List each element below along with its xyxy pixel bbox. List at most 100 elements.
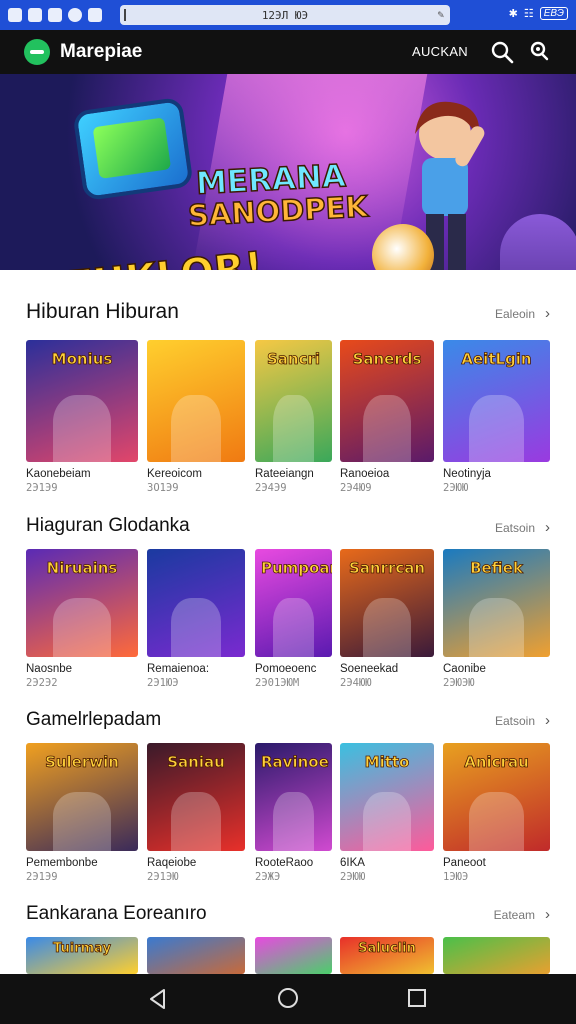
game-card[interactable]: Sanrrcan Soeneekad 2Э4ЮЮ xyxy=(340,549,434,689)
notification-icon xyxy=(88,8,102,22)
see-all-link[interactable]: Eateam › xyxy=(494,906,550,923)
game-card[interactable]: Saniau Raqeiobe 2Э1ЭЮ xyxy=(147,743,245,883)
section-title: Gamelrlepadam xyxy=(26,709,162,730)
game-card[interactable]: Kereoicom 3O1Э9 xyxy=(147,340,245,494)
hero-banner[interactable]: MERANA SANODPEK ZUKLOR! xyxy=(0,74,576,270)
game-card[interactable]: Anicrau Paneoot 1ЭЮЭ xyxy=(443,743,550,883)
game-card[interactable]: Monius Kaonebeiam 2Э1Э9 xyxy=(26,340,138,494)
game-title: Ranoeioa xyxy=(340,468,390,480)
thumbnail-art-text: Befiek xyxy=(470,559,524,578)
see-all-link[interactable]: Eatsoin › xyxy=(495,712,550,729)
system-indicators: ✱ ☷ ЕВЭ xyxy=(509,7,568,20)
see-all-label: Eateam xyxy=(493,907,535,922)
game-thumbnail: Tuirmay xyxy=(26,937,138,974)
game-console-illustration xyxy=(72,96,194,202)
game-card[interactable]: Befiek Caonibe 2ЭЮЭЮ xyxy=(443,549,550,689)
game-meta: 1ЭЮЭ xyxy=(443,871,469,883)
app-bar: Marepiae AUCKAN xyxy=(0,30,576,74)
thumbnail-art-text: Tuirmay xyxy=(53,941,112,957)
game-card[interactable] xyxy=(147,937,245,974)
game-thumbnail: Mitto xyxy=(340,743,434,851)
brand-name[interactable]: Marepiae xyxy=(60,41,142,63)
thumbnail-art-text: Niruains xyxy=(46,559,118,578)
chevron-right-icon: › xyxy=(545,305,550,322)
thumbnail-art-text: Saniau xyxy=(167,753,225,772)
game-meta: 2Э4Э9 xyxy=(255,482,287,494)
brand-logo-icon[interactable] xyxy=(24,39,50,65)
thumbnail-art-text: Pumpoan xyxy=(261,559,332,578)
game-thumbnail: Pumpoan xyxy=(255,549,332,657)
thumbnail-art-text: Sanrrcan xyxy=(348,559,426,578)
see-all-link[interactable]: Ealeoin › xyxy=(495,305,550,322)
game-card[interactable] xyxy=(443,937,550,974)
thumbnail-art-text: Anicrau xyxy=(464,753,529,772)
game-thumbnail: Befiek xyxy=(443,549,550,657)
chevron-right-icon: › xyxy=(545,712,550,729)
game-meta: 2Э01ЭЮМ xyxy=(255,677,300,689)
section-title: Eankarana Eoreanıro xyxy=(26,903,207,924)
game-card[interactable]: Sulerwin Pemembonbe 2Э1Э9 xyxy=(26,743,138,883)
game-card[interactable]: Tuirmay xyxy=(26,937,138,974)
game-title: 6IKA xyxy=(340,857,365,869)
game-card[interactable]: Pumpoan Pomoeoenc 2Э01ЭЮМ xyxy=(255,549,332,689)
game-meta: 2Э1Э9 xyxy=(26,482,58,494)
game-meta: 2ЭЮЮ xyxy=(443,482,469,494)
game-thumbnail xyxy=(147,937,245,974)
game-meta: 2Э4Ю9 xyxy=(340,482,372,494)
game-card[interactable]: AeitLgin Neotinyja 2ЭЮЮ xyxy=(443,340,550,494)
game-title: Rateeiangn xyxy=(255,468,314,480)
chevron-right-icon: › xyxy=(545,519,550,536)
game-title: RooteRaoo xyxy=(255,857,314,869)
url-bar-edge xyxy=(124,9,126,21)
game-card[interactable]: Sanerds Ranoeioa 2Э4Ю9 xyxy=(340,340,434,494)
game-card[interactable]: Niruains Naosnbe 2Э2Э2 xyxy=(26,549,138,689)
game-thumbnail xyxy=(443,937,550,974)
game-thumbnail: Sulerwin xyxy=(26,743,138,851)
game-title: Soeneekad xyxy=(340,663,399,675)
hero-logo-text: ZUKLOR! xyxy=(61,243,266,270)
thumbnail-art-text: Sancri xyxy=(266,350,321,369)
game-meta: 2Э2Э2 xyxy=(26,677,58,689)
section-title: Hiburan Hiburan xyxy=(26,300,179,323)
back-icon[interactable] xyxy=(148,988,168,1010)
game-card[interactable]: Mitto 6IKA 2ЭЮЮ xyxy=(340,743,434,883)
see-all-link[interactable]: Eatsoin › xyxy=(495,519,550,536)
game-card[interactable] xyxy=(255,937,332,974)
game-meta: 2ЭЮЭЮ xyxy=(443,677,475,689)
search-icon[interactable] xyxy=(490,40,514,64)
recents-icon[interactable] xyxy=(408,989,426,1007)
section-title: Hiaguran Glodanka xyxy=(26,515,190,536)
game-title: Kereoicom xyxy=(147,468,202,480)
home-icon[interactable] xyxy=(278,988,298,1008)
game-card[interactable]: Saluclin xyxy=(340,937,434,974)
notification-icon xyxy=(8,8,22,22)
profile-search-icon[interactable] xyxy=(528,40,550,62)
url-bar[interactable]: 12ЭЛ ЮЭ ✎ xyxy=(120,5,450,25)
notification-icon xyxy=(28,8,42,22)
game-title: Paneoot xyxy=(443,857,486,869)
game-thumbnail: Niruains xyxy=(26,549,138,657)
notification-icon xyxy=(68,8,82,22)
chevron-right-icon: › xyxy=(545,906,550,923)
game-thumbnail xyxy=(147,340,245,462)
game-meta: 2ЭЖЭ xyxy=(255,871,281,883)
game-card[interactable]: Remaienoa: 2Э1ЮЭ xyxy=(147,549,245,689)
edit-icon[interactable]: ✎ xyxy=(437,8,444,21)
status-bar: 12ЭЛ ЮЭ ✎ ✱ ☷ ЕВЭ xyxy=(0,0,576,30)
game-thumbnail: Anicrau xyxy=(443,743,550,851)
see-all-label: Eatsoin xyxy=(494,713,535,728)
thumbnail-art-text: Sanerds xyxy=(352,350,422,369)
game-title: Pemembonbe xyxy=(26,857,98,869)
game-card[interactable]: Sancri Rateeiangn 2Э4Э9 xyxy=(255,340,332,494)
game-thumbnail: Monius xyxy=(26,340,138,462)
game-card[interactable]: Ravinoe RooteRaoo 2ЭЖЭ xyxy=(255,743,332,883)
system-nav-bar xyxy=(0,974,576,1024)
account-button[interactable]: AUCKAN xyxy=(412,44,468,59)
bluetooth-icon: ✱ xyxy=(508,8,518,20)
thumbnail-art-text: Saluclin xyxy=(358,941,417,957)
game-thumbnail: Ravinoe xyxy=(255,743,332,851)
game-meta: 2Э1ЭЮ xyxy=(147,871,179,883)
game-thumbnail xyxy=(255,937,332,974)
game-thumbnail: Saniau xyxy=(147,743,245,851)
thumbnail-art-text: Monius xyxy=(51,350,113,369)
